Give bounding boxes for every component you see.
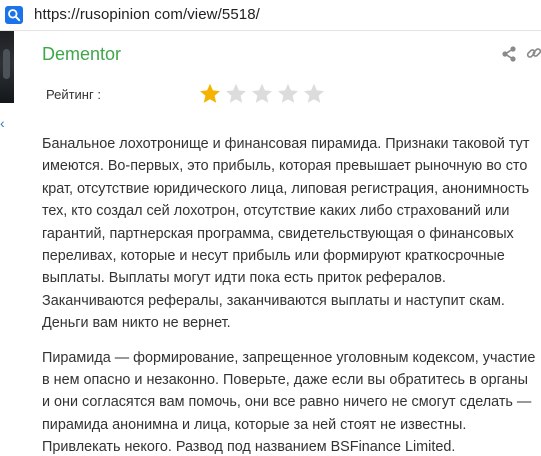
author-avatar[interactable] [0, 31, 14, 103]
star-icon [278, 83, 298, 103]
rating-label: Рейтинг : [46, 87, 101, 102]
star-icon [304, 83, 324, 103]
link-icon[interactable] [526, 45, 541, 61]
search-icon [5, 6, 23, 24]
url-text[interactable]: https://rusopinion com/view/5518/ [34, 6, 260, 23]
star-icon [252, 83, 272, 103]
share-icon[interactable] [502, 46, 516, 62]
star-icon [200, 83, 220, 103]
star-icon [226, 83, 246, 103]
review-author-name[interactable]: Dementor [42, 44, 121, 65]
chevron-left-icon[interactable]: ‹ [0, 116, 5, 130]
review-paragraph-1: Банальное лохотронище и финансовая пирам… [42, 136, 530, 332]
address-bar[interactable]: https://rusopinion com/view/5518/ [0, 0, 541, 31]
review-text: Банальное лохотронище и финансовая пирам… [42, 133, 536, 456]
rating-stars [198, 82, 326, 106]
page: https://rusopinion com/view/5518/ ‹ Deme… [0, 0, 541, 456]
review-paragraph-2: Пирамида — формирование, запрещенное уго… [42, 349, 536, 456]
